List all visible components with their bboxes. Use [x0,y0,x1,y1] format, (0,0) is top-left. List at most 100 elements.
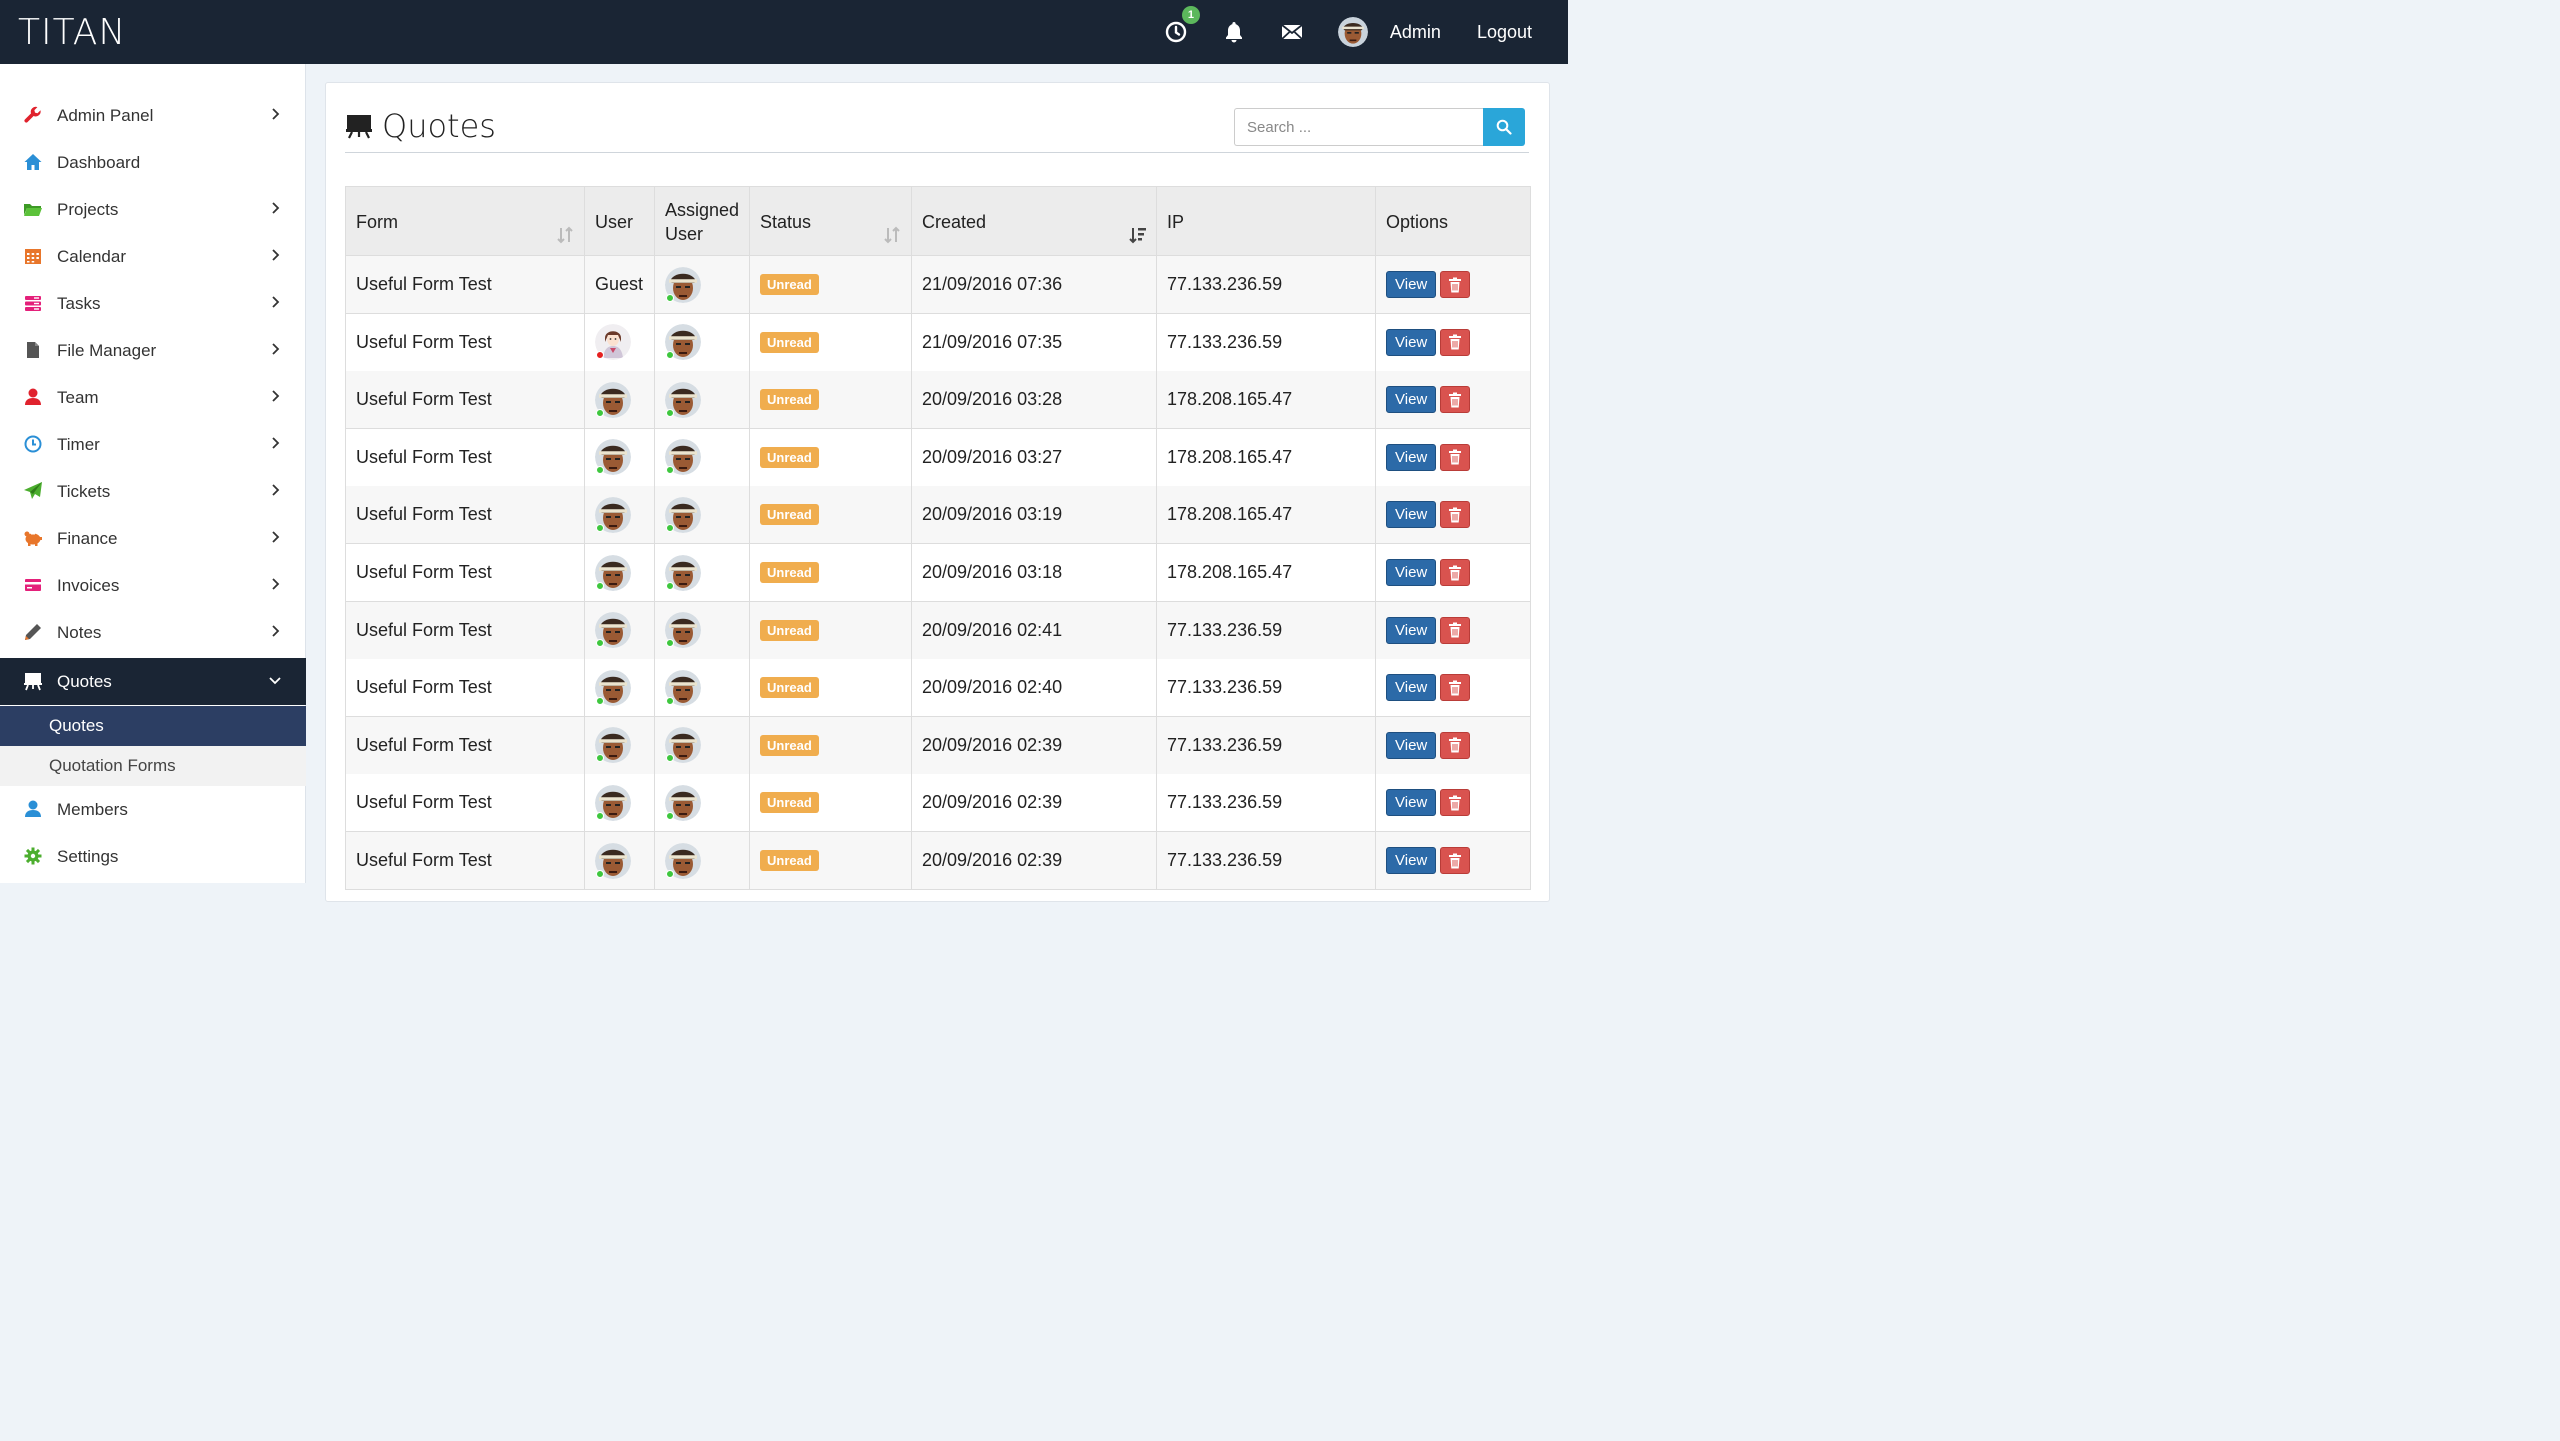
sidebar-subitem-quotation-forms[interactable]: Quotation Forms [0,746,306,786]
male-avatar[interactable] [595,669,631,706]
cell-created: 21/09/2016 07:36 [912,256,1157,313]
home-icon [22,151,44,173]
view-button[interactable]: View [1386,674,1437,702]
delete-button[interactable] [1440,559,1471,586]
male-avatar[interactable] [665,842,701,879]
cell-assigned-user [655,659,750,717]
male-avatar[interactable] [665,669,701,706]
sidebar-item-tasks[interactable]: Tasks [0,280,306,327]
cell-ip: 178.208.165.47 [1157,371,1376,429]
view-button[interactable]: View [1386,616,1437,644]
column-header-created[interactable]: Created [912,187,1157,257]
male-avatar[interactable] [665,439,701,476]
delete-button[interactable] [1440,271,1471,298]
male-avatar[interactable] [595,784,631,821]
sidebar-item-finance[interactable]: Finance [0,515,306,562]
sidebar-item-file-manager[interactable]: File Manager [0,327,306,374]
delete-button[interactable] [1440,674,1471,702]
sidebar-item-calendar[interactable]: Calendar [0,233,306,280]
column-header-form[interactable]: Form [346,187,585,257]
male-avatar[interactable] [595,554,631,591]
view-button[interactable]: View [1386,847,1437,874]
status-badge: Unread [760,734,819,756]
sidebar-subitem-quotes[interactable]: Quotes [0,706,306,746]
sidebar-item-invoices[interactable]: Invoices [0,562,306,609]
cell-options: View [1376,659,1531,716]
view-button[interactable]: View [1386,386,1437,414]
cell-user [585,832,655,889]
sidebar-item-settings[interactable]: Settings [0,833,306,880]
male-avatar[interactable] [595,842,631,879]
sidebar-item-admin-panel[interactable]: Admin Panel [0,92,306,139]
clock-icon[interactable]: 1 [1164,6,1200,44]
status-badge: Unread [760,504,819,526]
sort-icon[interactable] [883,225,901,245]
sidebar: Admin Panel Dashboard Projects Calendar … [0,64,306,883]
male-avatar[interactable] [665,324,701,361]
cell-assigned-user [655,486,750,544]
sidebar-item-notes[interactable]: Notes [0,609,306,656]
sidebar-item-team[interactable]: Team [0,374,306,421]
bell-icon[interactable] [1222,20,1246,44]
sidebar-item-label: Dashboard [57,152,141,172]
delete-button[interactable] [1440,731,1471,759]
column-header-status[interactable]: Status [750,187,912,257]
male-avatar[interactable] [595,727,631,764]
view-button[interactable]: View [1386,443,1437,471]
male-avatar[interactable] [665,727,701,764]
view-button[interactable]: View [1386,789,1437,817]
cell-ip: 77.133.236.59 [1157,832,1376,889]
male-avatar[interactable] [665,381,701,418]
sidebar-item-tickets[interactable]: Tickets [0,468,306,515]
sort-desc-icon[interactable] [1128,225,1146,245]
sort-icon[interactable] [556,225,574,245]
female-avatar[interactable] [595,324,631,361]
delete-button[interactable] [1440,328,1471,356]
created-date: 20/09/2016 03:27 [922,446,1063,467]
logout-link[interactable]: Logout [1477,22,1532,43]
search-input[interactable] [1234,108,1483,146]
admin-avatar[interactable] [1337,17,1368,47]
male-avatar[interactable] [665,496,701,533]
sidebar-item-timer[interactable]: Timer [0,421,306,468]
delete-button[interactable] [1440,501,1471,529]
chevron-right-icon [272,531,280,543]
delete-button[interactable] [1440,443,1471,471]
cell-options: View [1376,371,1531,428]
male-avatar[interactable] [665,784,701,821]
view-button[interactable]: View [1386,731,1437,759]
chevron-right-icon [272,578,280,590]
form-name: Useful Form Test [356,677,492,698]
delete-button[interactable] [1440,616,1471,644]
male-avatar[interactable] [595,381,631,418]
male-avatar[interactable] [595,612,631,649]
column-label: Form [356,212,398,232]
sidebar-item-projects[interactable]: Projects [0,186,306,233]
cell-assigned-user [655,428,750,486]
sidebar-item-quotes[interactable]: Quotes [0,658,306,705]
view-button[interactable]: View [1386,559,1437,586]
cell-user [585,371,655,429]
user-name-link[interactable]: Admin [1390,22,1441,43]
search-button[interactable] [1483,108,1525,146]
envelope-icon[interactable] [1280,20,1304,44]
sidebar-item-members[interactable]: Members [0,786,306,833]
male-avatar[interactable] [665,266,701,303]
delete-button[interactable] [1440,386,1471,414]
page-title: Quotes [382,107,496,145]
sidebar-item-dashboard[interactable]: Dashboard [0,139,306,186]
sidebar-item-label: File Manager [57,340,157,360]
male-avatar[interactable] [595,496,631,533]
male-avatar[interactable] [665,554,701,591]
male-avatar[interactable] [665,612,701,649]
male-avatar[interactable] [595,439,631,476]
view-button[interactable]: View [1386,501,1437,529]
brand-logo[interactable]: TITAN [18,12,126,53]
delete-button[interactable] [1440,847,1471,874]
delete-button[interactable] [1440,789,1471,817]
cell-ip: 178.208.165.47 [1157,428,1376,486]
view-button[interactable]: View [1386,271,1437,298]
view-button[interactable]: View [1386,328,1437,356]
column-label: Status [760,212,812,232]
cell-user [585,486,655,544]
